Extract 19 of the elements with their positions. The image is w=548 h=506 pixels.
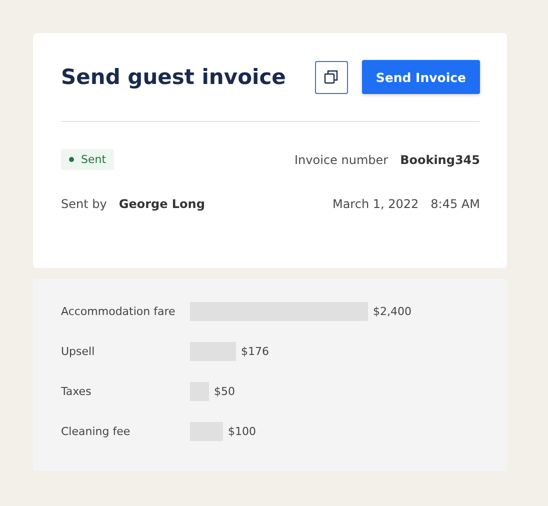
charge-amount: $2,400 bbox=[373, 305, 412, 318]
charge-amount: $176 bbox=[241, 345, 269, 358]
invoice-number-label: Invoice number bbox=[294, 152, 388, 166]
charge-label: Accommodation fare bbox=[61, 305, 176, 318]
page-title: Send guest invoice bbox=[61, 65, 287, 89]
status-badge: Sent bbox=[61, 149, 114, 170]
sent-by-label: Sent by bbox=[61, 197, 107, 211]
send-invoice-button[interactable]: Send Invoice bbox=[362, 60, 480, 94]
charge-amount: $100 bbox=[228, 425, 256, 438]
copy-icon bbox=[324, 70, 338, 84]
charge-label: Upsell bbox=[61, 345, 96, 358]
charge-label: Cleaning fee bbox=[61, 425, 132, 438]
invoice-number-value: Booking345 bbox=[400, 152, 480, 166]
sent-date: March 1, 2022 bbox=[332, 197, 419, 211]
copy-button[interactable] bbox=[314, 60, 348, 94]
charge-amount: $50 bbox=[214, 385, 235, 398]
charge-label: Taxes bbox=[61, 385, 92, 398]
sender-name: George Long bbox=[118, 197, 205, 211]
sent-time: 8:45 AM bbox=[430, 197, 480, 211]
